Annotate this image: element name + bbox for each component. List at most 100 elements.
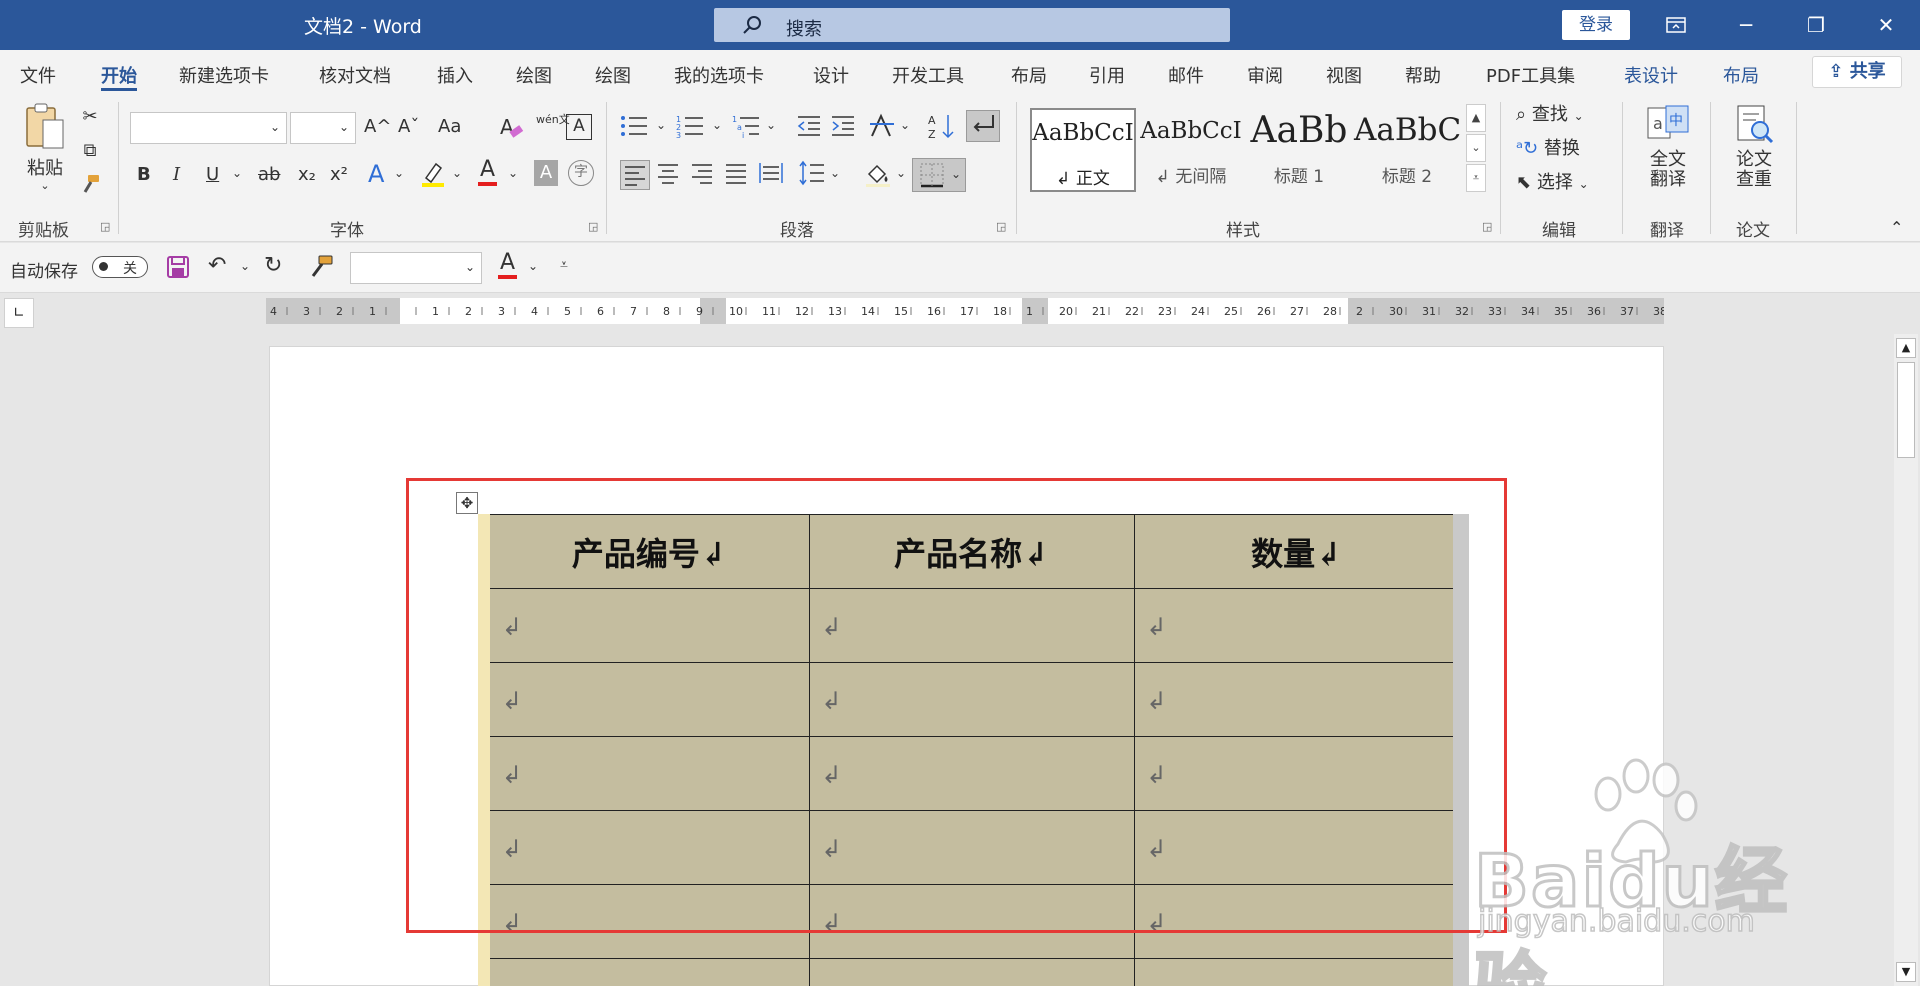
chevron-down-icon[interactable]: ⌄	[656, 118, 666, 132]
chevron-down-icon[interactable]: ⌄	[232, 166, 242, 180]
tab-file[interactable]: 文件	[20, 62, 56, 88]
bold-button[interactable]: B	[137, 164, 151, 186]
character-border-button[interactable]: A	[566, 114, 592, 140]
tab-new-tab[interactable]: 新建选项卡	[179, 62, 269, 88]
chevron-down-icon[interactable]: ⌄	[712, 118, 722, 132]
phonetic-guide-button[interactable]: wén文	[536, 113, 570, 126]
restore-icon[interactable]: ❐	[1798, 8, 1834, 42]
tab-table-layout[interactable]: 布局	[1723, 62, 1759, 88]
tab-help[interactable]: 帮助	[1405, 62, 1441, 88]
autosave-toggle[interactable]: 关	[92, 256, 148, 278]
tab-references[interactable]: 引用	[1089, 62, 1125, 88]
gallery-up-icon[interactable]: ▲	[1466, 104, 1486, 132]
full-translate-button[interactable]: a中 全文翻译	[1640, 104, 1696, 191]
align-right-icon[interactable]	[690, 162, 714, 190]
subscript-button[interactable]: x₂	[298, 164, 316, 186]
chevron-down-icon[interactable]: ⌄	[900, 118, 910, 132]
character-shading-button[interactable]: A	[534, 160, 558, 186]
grow-font-button[interactable]: A^	[364, 116, 391, 138]
save-icon[interactable]	[166, 255, 190, 285]
gallery-more-icon[interactable]: ⩡	[1466, 164, 1486, 192]
font-color-icon[interactable]: A	[478, 157, 498, 187]
tab-view[interactable]: 视图	[1326, 62, 1362, 88]
tab-my-tab[interactable]: 我的选项卡	[674, 62, 764, 88]
text-effects-icon[interactable]: A	[368, 160, 384, 189]
tab-developer[interactable]: 开发工具	[892, 62, 964, 88]
find-button[interactable]: ⌕ 查找 ⌄	[1516, 104, 1584, 126]
superscript-button[interactable]: x²	[330, 164, 348, 186]
decrease-indent-icon[interactable]	[796, 114, 822, 144]
increase-indent-icon[interactable]	[830, 114, 856, 144]
scroll-thumb[interactable]	[1897, 362, 1915, 458]
show-formatting-marks-icon[interactable]	[966, 110, 1000, 142]
format-painter-icon[interactable]	[78, 174, 102, 202]
paste-button[interactable]: 粘贴 ⌄	[20, 102, 70, 192]
tab-selector-icon[interactable]: ∟	[4, 298, 34, 328]
font-name-combo[interactable]: ⌄	[130, 112, 287, 144]
clipboard-launcher-icon[interactable]: ◲	[100, 220, 110, 233]
tab-pdf-tools[interactable]: PDF工具集	[1486, 62, 1575, 88]
chevron-down-icon[interactable]: ⌄	[452, 166, 462, 180]
chevron-down-icon[interactable]: ⌄	[766, 118, 776, 132]
share-button[interactable]: ⇪ 共享	[1812, 56, 1902, 88]
tab-design[interactable]: 设计	[813, 62, 849, 88]
table-cell[interactable]: ↲	[478, 958, 810, 986]
tab-home[interactable]: 开始	[101, 62, 137, 91]
search-box[interactable]: 搜索	[714, 8, 1230, 42]
style-heading-2[interactable]: AaBbC 标题 2	[1354, 108, 1461, 192]
italic-button[interactable]: I	[173, 164, 180, 186]
shrink-font-button[interactable]: Aˇ	[398, 116, 419, 138]
chevron-down-icon[interactable]: ⌄	[528, 259, 538, 273]
table-cell[interactable]: ↲	[808, 958, 1135, 986]
style-heading-1[interactable]: AaBb 标题 1	[1246, 108, 1352, 192]
select-button[interactable]: ⬉ 选择 ⌄	[1516, 172, 1589, 194]
copy-icon[interactable]: ⧉	[78, 140, 102, 162]
table-cell[interactable]: ↲	[1133, 958, 1460, 986]
redo-icon[interactable]: ↻	[264, 253, 282, 279]
borders-icon[interactable]: ⌄	[912, 158, 966, 192]
scroll-up-icon[interactable]: ▲	[1896, 338, 1916, 358]
tab-insert[interactable]: 插入	[437, 62, 473, 88]
scroll-down-icon[interactable]: ▼	[1896, 962, 1916, 982]
tab-layout[interactable]: 布局	[1011, 62, 1047, 88]
align-center-icon[interactable]	[656, 162, 680, 190]
tab-review[interactable]: 审阅	[1247, 62, 1283, 88]
style-combo[interactable]: ⌄	[350, 252, 482, 284]
tab-draw-2[interactable]: 绘图	[595, 62, 631, 88]
bullets-icon[interactable]	[620, 114, 648, 144]
format-painter-icon[interactable]	[308, 255, 334, 285]
clear-formatting-icon[interactable]: A	[498, 114, 524, 146]
chinese-layout-icon[interactable]	[868, 112, 896, 146]
chevron-down-icon[interactable]: ⌄	[394, 166, 404, 180]
minimize-icon[interactable]: ─	[1728, 8, 1764, 42]
chevron-down-icon[interactable]: ⌄	[830, 166, 840, 180]
paragraph-launcher-icon[interactable]: ◲	[996, 220, 1006, 233]
ribbon-display-options-icon[interactable]	[1658, 8, 1694, 42]
shading-icon[interactable]	[864, 160, 892, 194]
style-no-spacing[interactable]: AaBbCcI ↲ 无间隔	[1138, 108, 1244, 192]
font-color-icon[interactable]: A	[498, 250, 518, 280]
chevron-down-icon[interactable]: ⌄	[240, 259, 250, 273]
multilevel-list-icon[interactable]: 1ai	[732, 114, 760, 144]
chevron-down-icon[interactable]: ⌄	[508, 166, 518, 180]
distributed-icon[interactable]	[758, 162, 784, 190]
strikethrough-button[interactable]: ab	[258, 164, 280, 186]
thesis-check-button[interactable]: 论文查重	[1726, 104, 1782, 191]
tab-check-doc[interactable]: 核对文档	[319, 62, 391, 88]
justify-icon[interactable]	[724, 162, 748, 190]
change-case-button[interactable]: Aa	[438, 116, 461, 138]
tab-table-design[interactable]: 表设计	[1624, 62, 1678, 88]
close-icon[interactable]: ✕	[1868, 8, 1904, 42]
customize-toolbar-icon[interactable]: ⩡	[560, 257, 568, 274]
vertical-scrollbar[interactable]: ▲ ▼	[1894, 334, 1918, 986]
highlight-color-icon[interactable]	[420, 160, 446, 194]
line-spacing-icon[interactable]	[798, 160, 826, 192]
underline-button[interactable]: U	[206, 164, 219, 186]
enclose-characters-button[interactable]: 字	[568, 160, 594, 186]
gallery-down-icon[interactable]: ⌄	[1466, 134, 1486, 162]
replace-button[interactable]: ᵃ↻ 替换	[1516, 138, 1580, 160]
tab-mailings[interactable]: 邮件	[1168, 62, 1204, 88]
sort-icon[interactable]: AZ	[928, 112, 956, 146]
numbering-icon[interactable]: 123	[676, 114, 704, 144]
paste-dropdown-icon[interactable]: ⌄	[20, 179, 70, 192]
